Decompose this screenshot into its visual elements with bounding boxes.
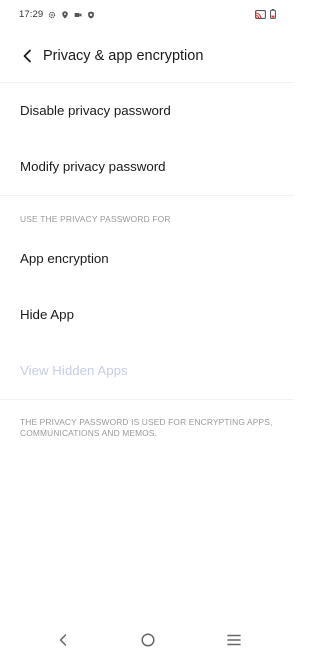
- footer-divider: [0, 399, 294, 400]
- header: Privacy & app encryption: [0, 40, 294, 74]
- settings-icon: [49, 11, 56, 18]
- app-encryption-item[interactable]: App encryption: [20, 238, 280, 278]
- menu-icon: [227, 634, 241, 646]
- status-right: [255, 9, 276, 19]
- cast-icon: [255, 9, 266, 19]
- modify-privacy-password-item[interactable]: Modify privacy password: [20, 146, 280, 186]
- location-icon: [62, 10, 69, 19]
- section-header: USE THE PRIVACY PASSWORD FOR: [20, 214, 171, 224]
- home-icon: [141, 633, 155, 647]
- navigation-bar: [0, 622, 294, 658]
- status-bar: 17:29: [0, 0, 294, 30]
- footnote: THE PRIVACY PASSWORD IS USED FOR ENCRYPT…: [20, 417, 273, 438]
- nav-back-button[interactable]: [51, 628, 75, 652]
- back-icon: [59, 634, 67, 646]
- nav-menu-button[interactable]: [222, 628, 246, 652]
- back-button[interactable]: [17, 46, 37, 66]
- section-divider: [0, 195, 294, 196]
- status-left: 17:29: [19, 9, 95, 20]
- view-hidden-apps-item[interactable]: View Hidden Apps: [20, 350, 280, 390]
- nav-home-button[interactable]: [136, 628, 160, 652]
- disable-privacy-password-item[interactable]: Disable privacy password: [20, 90, 280, 130]
- battery-icon: [270, 9, 276, 19]
- page-title: Privacy & app encryption: [43, 48, 204, 64]
- hide-app-item[interactable]: Hide App: [20, 294, 280, 334]
- chevron-left-icon: [23, 49, 31, 63]
- status-time: 17:29: [19, 9, 44, 20]
- shield-icon: [88, 10, 95, 19]
- video-icon: [74, 12, 82, 17]
- header-divider: [0, 82, 294, 83]
